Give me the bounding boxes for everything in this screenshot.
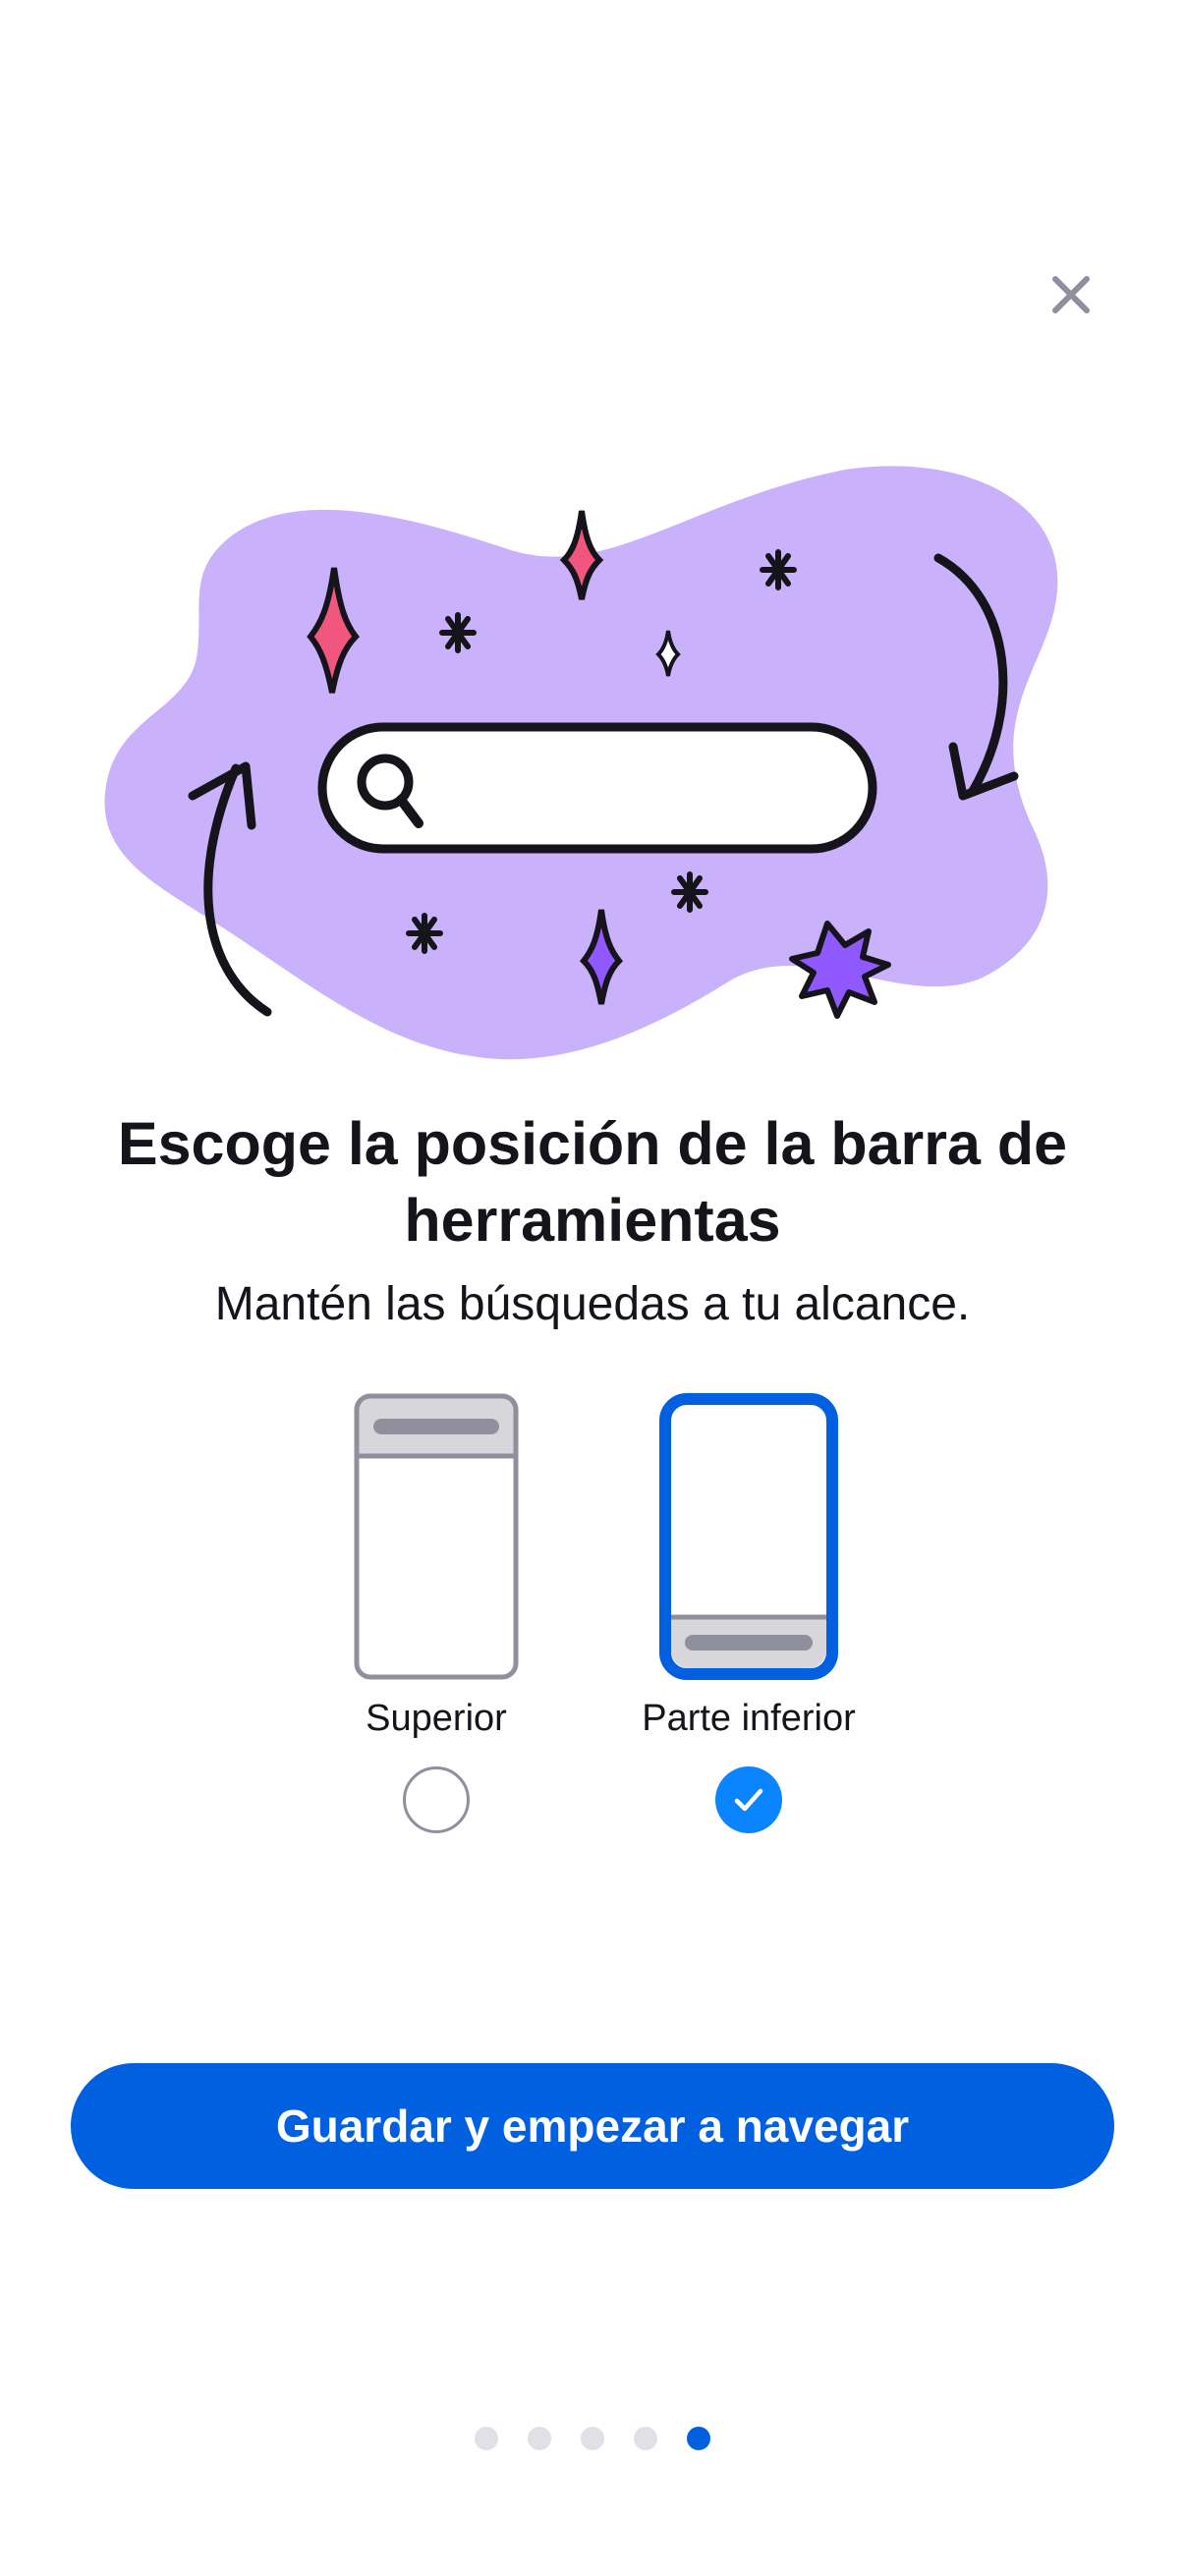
toolbar-option-bottom[interactable]: Parte inferior	[601, 1393, 896, 1833]
option-label-bottom: Parte inferior	[642, 1698, 856, 1739]
page-dot-4[interactable]	[634, 2427, 657, 2450]
page-dot-2[interactable]	[528, 2427, 551, 2450]
page-indicator	[0, 2427, 1185, 2450]
page-dot-5[interactable]	[687, 2427, 710, 2450]
radio-bottom[interactable]	[715, 1766, 782, 1833]
checkmark-icon	[734, 1788, 763, 1812]
toolbar-option-top[interactable]: Superior	[289, 1393, 584, 1833]
asterisk-1	[439, 612, 477, 653]
asterisk-3	[406, 913, 443, 954]
page-dot-3[interactable]	[581, 2427, 604, 2450]
option-label-top: Superior	[366, 1698, 507, 1739]
search-bar-illustration	[104, 466, 1058, 1060]
page-title: Escoge la posición de la barra de herram…	[117, 1110, 1068, 1254]
asterisk-4	[671, 871, 708, 913]
asterisk-2	[760, 549, 797, 590]
save-and-browse-button[interactable]: Guardar y empezar a navegar	[71, 2063, 1114, 2189]
radio-top[interactable]	[403, 1766, 470, 1833]
close-icon	[1052, 276, 1090, 313]
phone-toolbar-bottom-icon	[659, 1393, 838, 1680]
phone-toolbar-top-icon	[354, 1393, 519, 1680]
page-subtitle: Mantén las búsquedas a tu alcance.	[214, 1278, 971, 1330]
page-dot-1[interactable]	[475, 2427, 498, 2450]
close-button[interactable]	[1030, 253, 1112, 336]
